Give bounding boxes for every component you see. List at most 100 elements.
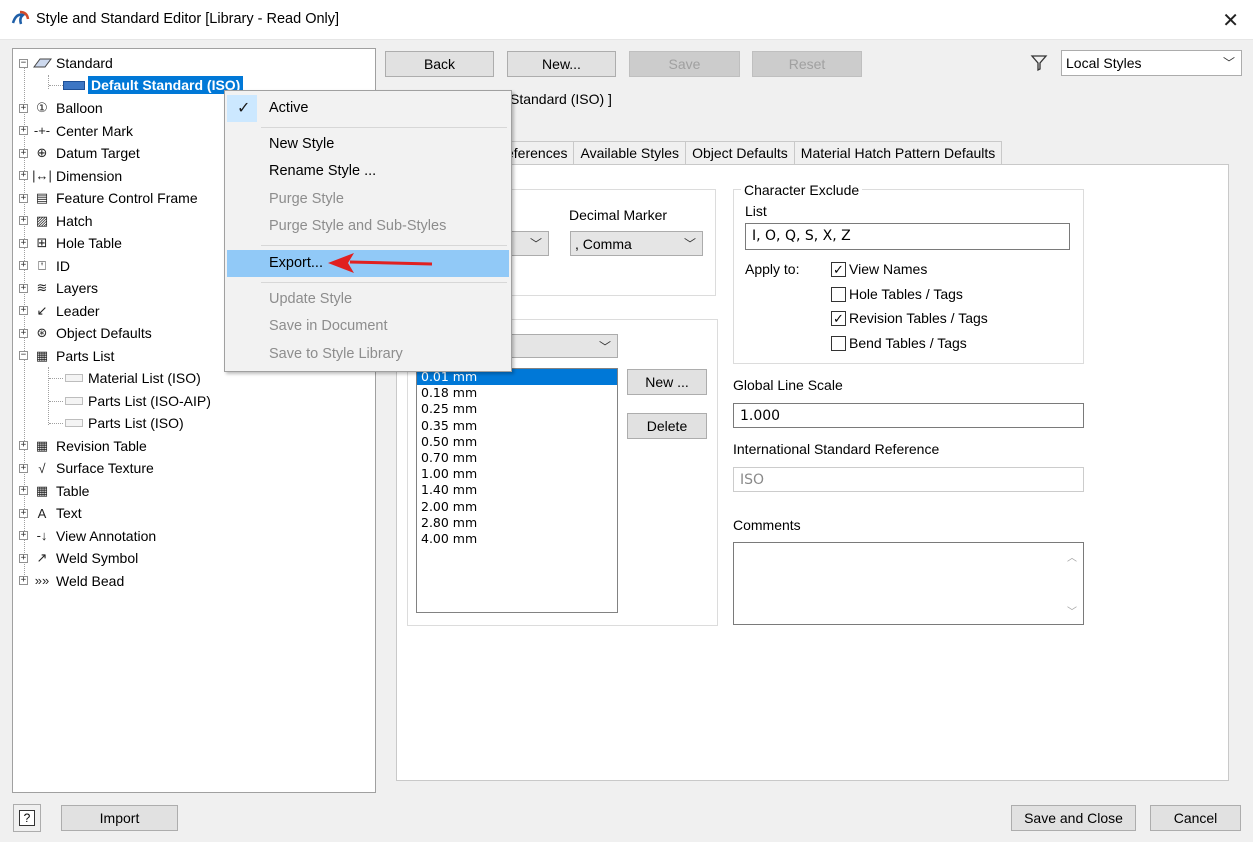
line-weight-list[interactable]: 0.01 mm 0.18 mm 0.25 mm 0.35 mm 0.50 mm 0.70 … xyxy=(416,368,618,613)
tab-strip: eferences Available Styles Object Defaul… xyxy=(500,141,1003,165)
tree-item-parts-list-child[interactable]: Parts List (ISO-AIP) xyxy=(65,390,211,412)
line-weight-item[interactable]: 4.00 mm xyxy=(417,531,617,547)
expand-icon[interactable]: + xyxy=(19,531,28,540)
tree-item-datum-target[interactable]: + ⊕ Datum Target xyxy=(19,142,140,164)
id-icon: ⍞ xyxy=(38,257,46,273)
cancel-button[interactable]: Cancel xyxy=(1150,805,1241,831)
annotation-arrow-icon xyxy=(328,253,433,273)
tree-item-center-mark[interactable]: + -+- Center Mark xyxy=(19,120,133,142)
save-button[interactable]: Save xyxy=(629,51,740,77)
reset-button[interactable]: Reset xyxy=(752,51,862,77)
expand-icon[interactable]: + xyxy=(19,553,28,563)
tree-item-table[interactable]: + ▦ Table xyxy=(19,480,89,502)
expand-icon[interactable]: + xyxy=(19,126,28,135)
tree-item-leader[interactable]: + ↙ Leader xyxy=(19,300,100,322)
line-weight-item[interactable]: 0.25 mm xyxy=(417,401,617,417)
line-weight-item[interactable]: 0.70 mm xyxy=(417,450,617,466)
new-line-weight-button[interactable]: New ... xyxy=(627,369,707,395)
menu-item-active[interactable]: ✓ Active xyxy=(227,95,509,122)
tab-available-styles[interactable]: Available Styles xyxy=(573,141,687,165)
expand-icon[interactable]: + xyxy=(19,216,28,225)
line-weight-item[interactable]: 0.50 mm xyxy=(417,434,617,450)
line-weight-item[interactable]: 1.40 mm xyxy=(417,482,617,498)
help-button[interactable]: ? xyxy=(13,804,41,832)
hatch-icon: ▨ xyxy=(35,212,49,228)
tree-item-id[interactable]: + ⍞ ID xyxy=(19,255,70,277)
menu-item-new-style[interactable]: New Style xyxy=(227,131,509,158)
line-weight-type-dropdown[interactable]: ﹀ xyxy=(500,334,618,358)
expand-icon[interactable]: + xyxy=(19,463,28,473)
balloon-icon: ① xyxy=(36,100,48,115)
tree-item-text[interactable]: + A Text xyxy=(19,502,82,524)
expand-icon[interactable]: + xyxy=(19,148,28,158)
tree-item-feature-control-frame[interactable]: + ▤ Feature Control Frame xyxy=(19,187,198,209)
expand-icon[interactable]: + xyxy=(19,171,28,180)
import-button[interactable]: Import xyxy=(61,805,178,831)
close-icon[interactable]: ✕ xyxy=(1222,8,1239,33)
expand-icon[interactable]: + xyxy=(19,103,28,113)
line-weight-item[interactable]: 1.00 mm xyxy=(417,466,617,482)
expand-icon[interactable]: + xyxy=(19,306,28,315)
back-button[interactable]: Back xyxy=(385,51,494,77)
tab-material-hatch[interactable]: Material Hatch Pattern Defaults xyxy=(793,141,1003,165)
tree-item-view-annotation[interactable]: + -↓ View Annotation xyxy=(19,525,156,547)
style-filter-dropdown[interactable]: Local Styles ﹀ xyxy=(1061,50,1242,76)
exclude-list-input[interactable]: I, O, Q, S, X, Z xyxy=(745,223,1070,250)
context-menu: ✓ Active New Style Rename Style ... Purg… xyxy=(224,90,512,372)
tree-item-hatch[interactable]: + ▨ Hatch xyxy=(19,210,93,232)
expand-icon[interactable]: + xyxy=(19,193,28,203)
expand-icon[interactable]: + xyxy=(19,328,28,338)
tree-item-layers[interactable]: + ≋ Layers xyxy=(19,277,98,299)
revision-tables-checkbox[interactable]: ✓ Revision Tables / Tags xyxy=(831,310,988,326)
decimal-marker-dropdown[interactable]: , Comma ﹀ xyxy=(570,231,703,256)
tree-item-weld-bead[interactable]: +»» Weld Bead xyxy=(19,570,124,592)
scroll-down-icon[interactable]: ﹀ xyxy=(1067,603,1077,618)
tree-item-object-defaults[interactable]: + ⊛ Object Defaults xyxy=(19,322,152,344)
new-button[interactable]: New... xyxy=(507,51,616,77)
style-header: Standard (ISO) ] xyxy=(510,91,612,107)
expand-icon[interactable]: + xyxy=(19,261,28,270)
save-and-close-button[interactable]: Save and Close xyxy=(1011,805,1136,831)
tree-item-dimension[interactable]: + |↔| Dimension xyxy=(19,165,122,187)
tree-item-weld-symbol[interactable]: + ↗ Weld Symbol xyxy=(19,547,138,569)
menu-item-save-in-document[interactable]: Save in Document xyxy=(227,313,509,340)
expand-icon[interactable]: + xyxy=(19,576,28,585)
expand-icon[interactable]: + xyxy=(19,486,28,495)
menu-item-rename-style[interactable]: Rename Style ... xyxy=(227,158,509,185)
tree-item-standard[interactable]: − Standard xyxy=(19,52,113,74)
line-weight-item[interactable]: 2.80 mm xyxy=(417,515,617,531)
tree-item-parts-list-child[interactable]: Material List (ISO) xyxy=(65,367,201,389)
expand-icon[interactable]: + xyxy=(19,283,28,293)
menu-item-save-to-library[interactable]: Save to Style Library xyxy=(227,341,509,368)
collapse-icon[interactable]: − xyxy=(19,351,28,360)
window-title: Style and Standard Editor [Library - Rea… xyxy=(36,11,340,27)
filter-icon[interactable] xyxy=(1030,54,1048,72)
tree-item-surface-texture[interactable]: + √ Surface Texture xyxy=(19,457,154,479)
menu-item-update-style[interactable]: Update Style xyxy=(227,286,509,313)
line-weight-item[interactable]: 2.00 mm xyxy=(417,499,617,515)
expand-icon[interactable]: + xyxy=(19,238,28,248)
line-weight-item[interactable]: 0.18 mm xyxy=(417,385,617,401)
global-line-scale-input[interactable]: 1.000 xyxy=(733,403,1084,428)
menu-item-purge-style[interactable]: Purge Style xyxy=(227,186,509,213)
bend-tables-checkbox[interactable]: Bend Tables / Tags xyxy=(831,335,967,351)
collapse-icon[interactable]: − xyxy=(19,58,28,68)
global-line-scale-label: Global Line Scale xyxy=(733,377,843,393)
layers-icon: ≋ xyxy=(36,280,48,295)
comments-textarea[interactable]: ︿ ﹀ xyxy=(733,542,1084,625)
tree-item-balloon[interactable]: + ① Balloon xyxy=(19,97,103,119)
tree-item-default-standard[interactable]: Default Standard (ISO) xyxy=(63,74,244,96)
tree-item-revision-table[interactable]: + ▦ Revision Table xyxy=(19,435,147,457)
tree-item-parts-list[interactable]: − ▦ Parts List xyxy=(19,345,114,367)
expand-icon[interactable]: + xyxy=(19,508,28,518)
view-names-checkbox[interactable]: ✓ View Names xyxy=(831,261,927,277)
scroll-up-icon[interactable]: ︿ xyxy=(1067,549,1077,564)
hole-tables-checkbox[interactable]: Hole Tables / Tags xyxy=(831,286,963,302)
delete-line-weight-button[interactable]: Delete xyxy=(627,413,707,439)
tree-item-hole-table[interactable]: + ⊞ Hole Table xyxy=(19,232,122,254)
menu-item-purge-sub-styles[interactable]: Purge Style and Sub-Styles xyxy=(227,213,509,240)
tab-object-defaults[interactable]: Object Defaults xyxy=(685,141,795,165)
tree-item-parts-list-child[interactable]: Parts List (ISO) xyxy=(65,412,184,434)
line-weight-item[interactable]: 0.35 mm xyxy=(417,418,617,434)
expand-icon[interactable]: + xyxy=(19,441,28,450)
